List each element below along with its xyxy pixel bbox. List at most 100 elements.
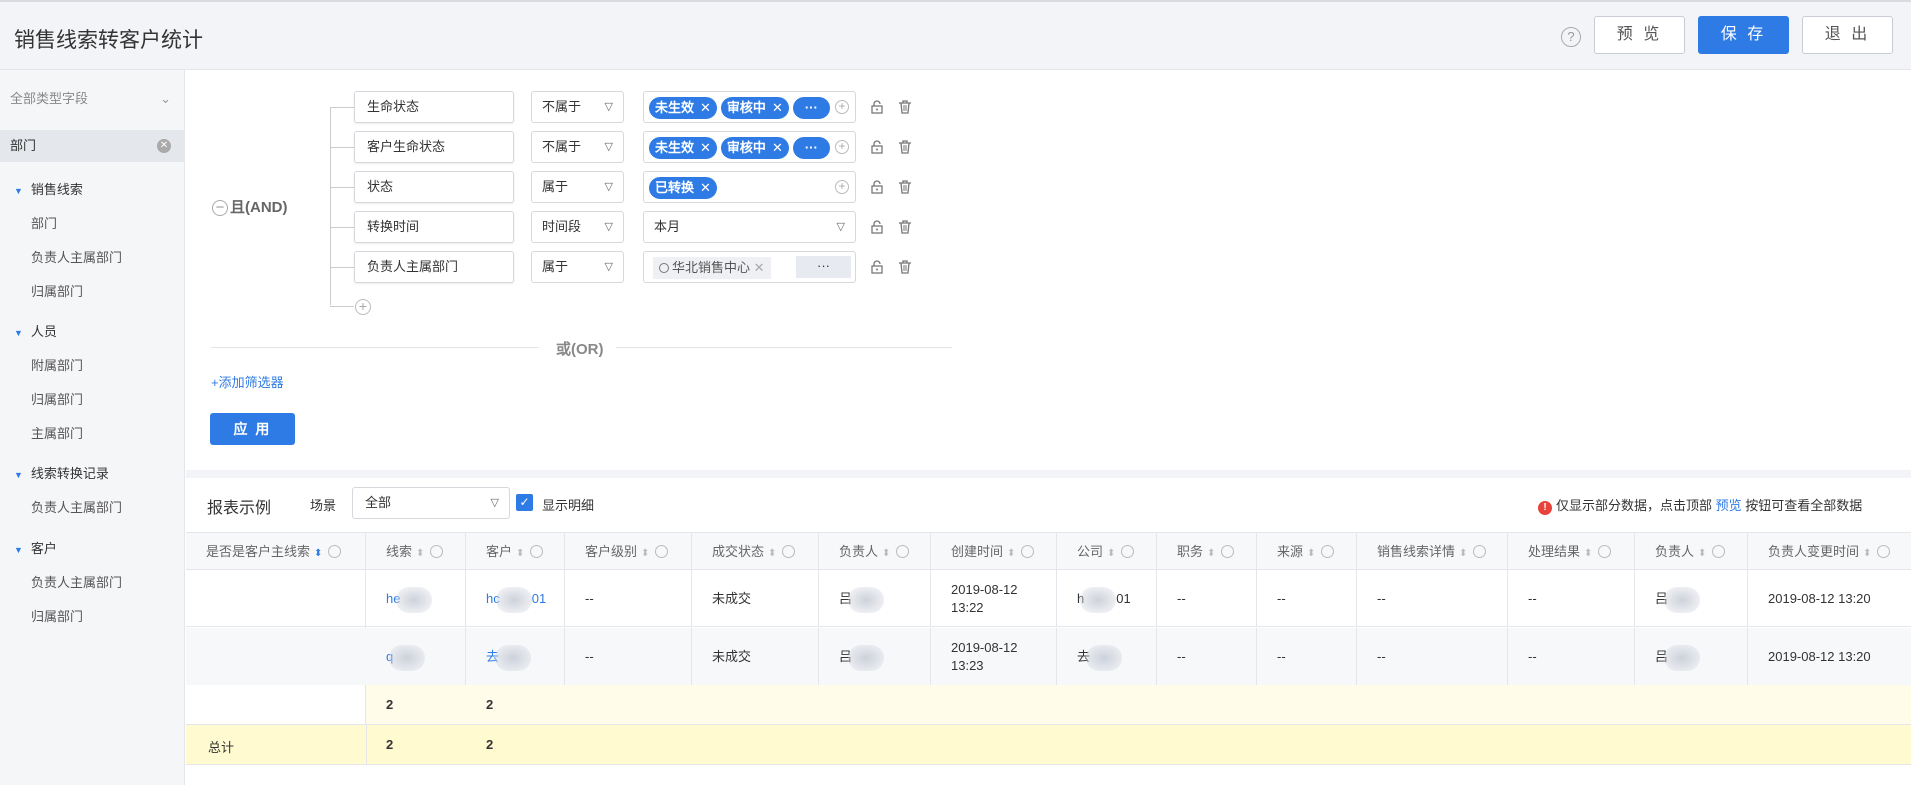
- trash-icon[interactable]: [898, 180, 912, 194]
- sidebar-group-conversion[interactable]: ▼ 线索转换记录: [14, 463, 109, 482]
- sidebar-item[interactable]: 附属部门: [31, 355, 83, 374]
- sidebar-item[interactable]: 归属部门: [31, 389, 83, 408]
- apply-button[interactable]: 应 用: [210, 413, 295, 445]
- sort-icon[interactable]: ⬍: [1584, 548, 1592, 559]
- filter-value[interactable]: 已转换 ✕ +: [643, 171, 856, 203]
- filter-circle-icon[interactable]: [328, 545, 342, 558]
- filter-circle-icon[interactable]: [1473, 545, 1487, 558]
- close-icon[interactable]: ✕: [772, 140, 783, 155]
- filter-field[interactable]: 生命状态: [354, 91, 514, 123]
- filter-circle-icon[interactable]: [896, 545, 910, 558]
- sidebar-item[interactable]: 部门: [31, 213, 57, 232]
- selected-field[interactable]: 部门 ✕: [0, 130, 185, 162]
- column-header[interactable]: 负责人 ⬍: [819, 533, 931, 570]
- column-header[interactable]: 公司 ⬍: [1057, 533, 1157, 570]
- lead-cell[interactable]: q: [366, 628, 466, 685]
- sort-icon[interactable]: ⬍: [882, 548, 890, 559]
- unlock-icon[interactable]: [870, 180, 884, 194]
- column-header[interactable]: 处理结果 ⬍: [1508, 533, 1635, 570]
- add-filter-link[interactable]: +添加筛选器: [211, 372, 284, 391]
- filter-field[interactable]: 客户生命状态: [354, 131, 514, 163]
- filter-operator[interactable]: 不属于 ▽: [531, 131, 624, 163]
- sort-icon[interactable]: ⬍: [1007, 548, 1015, 559]
- preview-button[interactable]: 预 览: [1594, 16, 1685, 54]
- column-header[interactable]: 销售线索详情 ⬍: [1357, 533, 1508, 570]
- filter-circle-icon[interactable]: [1712, 545, 1726, 558]
- filter-circle-icon[interactable]: [782, 545, 796, 558]
- close-icon[interactable]: ✕: [754, 260, 765, 275]
- plus-circle-icon[interactable]: +: [835, 180, 849, 194]
- more-tag[interactable]: ···: [792, 136, 830, 159]
- lead-cell[interactable]: he: [366, 570, 466, 627]
- column-header[interactable]: 负责人变更时间 ⬍: [1748, 533, 1911, 570]
- sort-icon[interactable]: ⬍: [1107, 548, 1115, 559]
- filter-operator[interactable]: 时间段 ▽: [531, 211, 624, 243]
- sidebar-item[interactable]: 负责人主属部门: [31, 247, 122, 266]
- sort-icon[interactable]: ⬍: [314, 548, 322, 559]
- trash-icon[interactable]: [898, 260, 912, 274]
- add-condition-icon[interactable]: +: [355, 299, 371, 315]
- close-icon[interactable]: ✕: [700, 180, 711, 195]
- close-icon[interactable]: ✕: [772, 100, 783, 115]
- sidebar-item[interactable]: 归属部门: [31, 281, 83, 300]
- filter-operator[interactable]: 属于 ▽: [531, 251, 624, 283]
- column-header[interactable]: 创建时间 ⬍: [931, 533, 1057, 570]
- dept-more-button[interactable]: ···: [796, 256, 851, 278]
- sort-icon[interactable]: ⬍: [416, 548, 424, 559]
- column-header[interactable]: 线索 ⬍: [366, 533, 466, 570]
- sort-icon[interactable]: ⬍: [1207, 548, 1215, 559]
- close-icon[interactable]: ✕: [700, 100, 711, 115]
- filter-field[interactable]: 转换时间: [354, 211, 514, 243]
- filter-circle-icon[interactable]: [1598, 545, 1612, 558]
- unlock-icon[interactable]: [870, 220, 884, 234]
- filter-circle-icon[interactable]: [530, 545, 544, 558]
- trash-icon[interactable]: [898, 140, 912, 154]
- question-circle-icon[interactable]: ?: [1561, 27, 1581, 47]
- exit-button[interactable]: 退 出: [1802, 16, 1893, 54]
- field-type-select[interactable]: 全部类型字段 ⌄: [0, 84, 185, 114]
- sidebar-group-customer[interactable]: ▼ 客户: [14, 538, 57, 557]
- sort-icon[interactable]: ⬍: [641, 548, 649, 559]
- trash-icon[interactable]: [898, 100, 912, 114]
- column-header[interactable]: 负责人 ⬍: [1635, 533, 1748, 570]
- filter-circle-icon[interactable]: [430, 545, 444, 558]
- minus-circle-icon[interactable]: −: [212, 200, 228, 216]
- column-header[interactable]: 是否是客户主线索 ⬍: [186, 533, 366, 570]
- table-row[interactable]: q 去 -- 未成交 吕 2019-08-1213:23 去 -- -- -- …: [186, 628, 1911, 685]
- unlock-icon[interactable]: [870, 100, 884, 114]
- column-header[interactable]: 职务 ⬍: [1157, 533, 1257, 570]
- show-detail-label[interactable]: 显示明细: [542, 495, 594, 514]
- filter-value-select[interactable]: 本月 ▽: [643, 211, 856, 243]
- column-header[interactable]: 客户 ⬍: [466, 533, 565, 570]
- table-row[interactable]: he hc01 -- 未成交 吕 2019-08-1213:22 h01 -- …: [186, 570, 1911, 627]
- column-header[interactable]: 成交状态 ⬍: [692, 533, 819, 570]
- and-group-label[interactable]: − 且(AND): [212, 196, 288, 217]
- column-header[interactable]: 来源 ⬍: [1257, 533, 1357, 570]
- clear-icon[interactable]: ✕: [157, 139, 171, 153]
- filter-circle-icon[interactable]: [655, 545, 669, 558]
- filter-circle-icon[interactable]: [1321, 545, 1335, 558]
- sidebar-item[interactable]: 负责人主属部门: [31, 497, 122, 516]
- filter-field[interactable]: 状态: [354, 171, 514, 203]
- sidebar-item[interactable]: 负责人主属部门: [31, 572, 122, 591]
- sidebar-group-leads[interactable]: ▼ 销售线索: [14, 179, 83, 198]
- sidebar-item[interactable]: 归属部门: [31, 606, 83, 625]
- customer-cell[interactable]: 去: [466, 628, 565, 685]
- sort-icon[interactable]: ⬍: [1863, 548, 1871, 559]
- unlock-icon[interactable]: [870, 260, 884, 274]
- more-tag[interactable]: ···: [792, 96, 830, 119]
- sort-icon[interactable]: ⬍: [1459, 548, 1467, 559]
- column-header[interactable]: 客户级别 ⬍: [565, 533, 692, 570]
- filter-value[interactable]: 未生效 ✕ 审核中 ✕ ··· +: [643, 131, 856, 163]
- plus-circle-icon[interactable]: +: [835, 140, 849, 154]
- customer-cell[interactable]: hc 01: [466, 570, 565, 627]
- notice-preview-link[interactable]: 预览: [1716, 498, 1742, 513]
- show-detail-checkbox[interactable]: ✓: [516, 494, 533, 511]
- filter-operator[interactable]: 属于 ▽: [531, 171, 624, 203]
- filter-circle-icon[interactable]: [1121, 545, 1135, 558]
- sort-icon[interactable]: ⬍: [1698, 548, 1706, 559]
- scene-select[interactable]: 全部 ▽: [352, 487, 510, 519]
- sidebar-group-staff[interactable]: ▼ 人员: [14, 321, 57, 340]
- filter-value[interactable]: 未生效 ✕ 审核中 ✕ ··· +: [643, 91, 856, 123]
- filter-circle-icon[interactable]: [1877, 545, 1891, 558]
